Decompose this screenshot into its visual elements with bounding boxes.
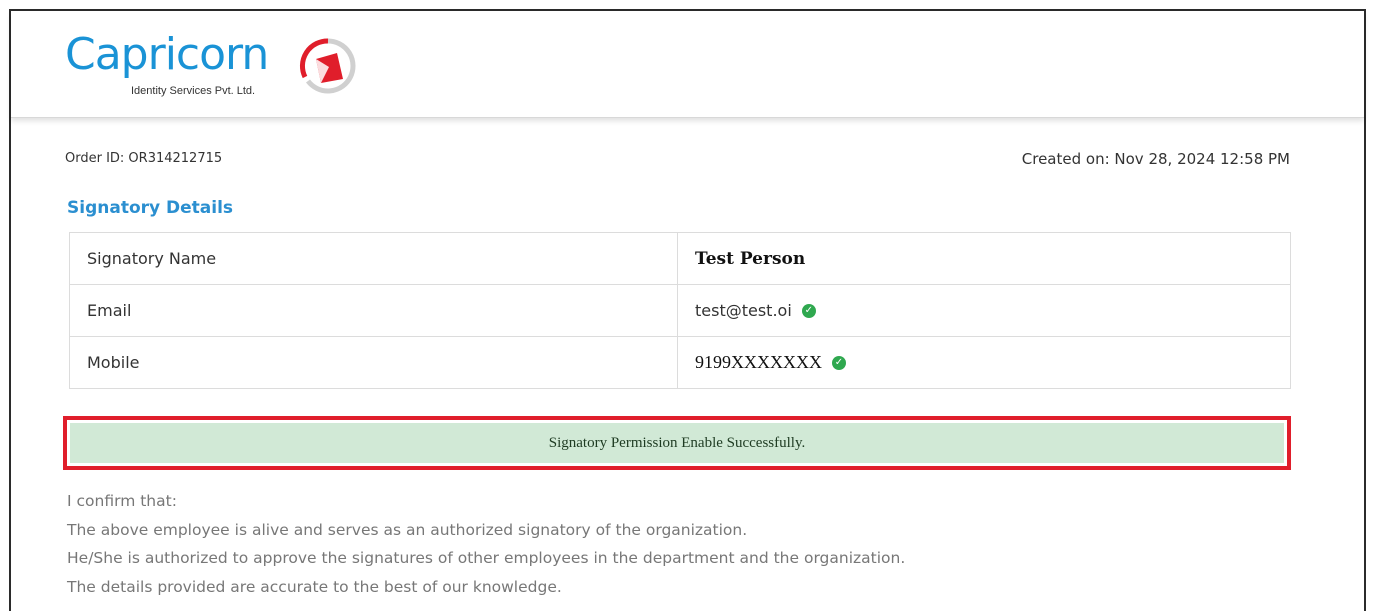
confirmation-line: I confirm that: [67,492,177,510]
confirmation-line: The details provided are accurate to the… [67,577,562,596]
row-value: Test Person [677,232,1291,285]
header: Capricorn Identity Services Pvt. Ltd. [11,11,1364,118]
success-alert: Signatory Permission Enable Successfully… [70,423,1284,463]
alert-message: Signatory Permission Enable Successfully… [548,434,806,451]
page-frame: Capricorn Identity Services Pvt. Ltd. Or… [9,9,1366,611]
email-value: test@test.oi [695,301,792,320]
confirmation-line: He/She is authorized to approve the sign… [67,549,906,567]
table-row: Mobile 9199XXXXXXX ✓ [69,336,1291,389]
brand-subtitle: Identity Services Pvt. Ltd. [131,85,256,97]
success-alert-highlight: Signatory Permission Enable Successfully… [63,416,1291,470]
row-value: 9199XXXXXXX ✓ [677,336,1291,389]
mobile-value: 9199XXXXXXX [695,352,822,372]
logo-mark-icon [299,38,356,94]
row-label: Signatory Name [69,232,678,285]
brand-logo[interactable]: Capricorn Identity Services Pvt. Ltd. [63,25,363,105]
row-value: test@test.oi ✓ [677,284,1291,337]
confirmation-line: The above employee is alive and serves a… [67,520,748,539]
created-on: Created on: Nov 28, 2024 12:58 PM [1021,150,1290,168]
table-row: Signatory Name Test Person [69,232,1291,285]
row-label: Email [69,284,678,337]
check-circle-icon: ✓ [801,303,816,318]
table-row: Email test@test.oi ✓ [69,284,1291,337]
confirmation-text: I confirm that: The above employee is al… [67,487,905,601]
brand-name: Capricorn [65,29,269,80]
signatory-name-value: Test Person [695,248,806,269]
order-id: Order ID: OR314212715 [65,151,223,166]
signatory-details-table: Signatory Name Test Person Email test@te… [69,232,1291,389]
section-title: Signatory Details [67,198,234,218]
row-label: Mobile [69,336,678,389]
check-circle-icon: ✓ [832,355,846,370]
